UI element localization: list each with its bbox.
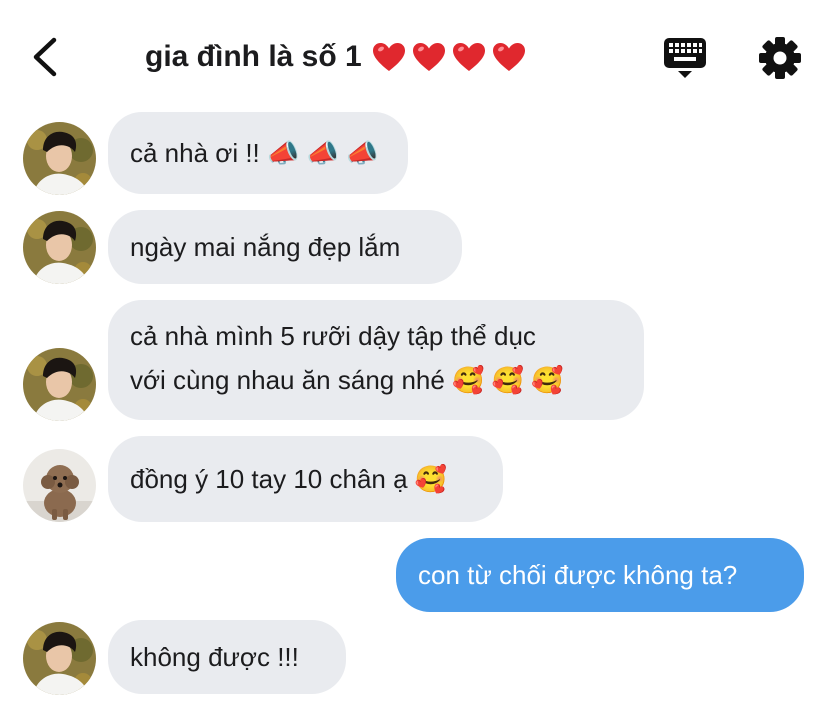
chat-title-group: gia đình là số 1: [145, 40, 526, 74]
message-text: cả nhà ơi !! 📣 📣 📣: [130, 138, 379, 168]
heart-icon: [452, 43, 485, 71]
gear-icon: [759, 37, 801, 79]
title-hearts: [372, 42, 526, 72]
heart-icon: [412, 43, 445, 71]
dog-avatar-image: [23, 449, 96, 522]
heart-icon: [372, 43, 405, 71]
chevron-left-icon: [33, 37, 57, 77]
boy-avatar-image: [23, 122, 96, 195]
message-text: ngày mai nắng đẹp lắm: [130, 232, 401, 262]
avatar-dog[interactable]: [23, 449, 96, 522]
avatar-boy[interactable]: [23, 348, 96, 421]
message-text: đồng ý 10 tay 10 chân ạ 🥰: [130, 464, 448, 494]
message-bubble[interactable]: cả nhà ơi !! 📣 📣 📣: [108, 112, 408, 194]
heart-icon: [492, 43, 525, 71]
boy-avatar-image: [23, 348, 96, 421]
chat-title: gia đình là số 1: [145, 40, 362, 73]
back-button[interactable]: [26, 34, 66, 80]
avatar-boy[interactable]: [23, 122, 96, 195]
message-bubble[interactable]: cả nhà mình 5 rưỡi dậy tập thể dục với c…: [108, 300, 644, 420]
keyboard-button[interactable]: [662, 36, 708, 80]
avatar-boy[interactable]: [23, 622, 96, 695]
message-text: cả nhà mình 5 rưỡi dậy tập thể dục: [130, 321, 536, 351]
boy-avatar-image: [23, 622, 96, 695]
avatar-boy[interactable]: [23, 211, 96, 284]
keyboard-icon: [664, 38, 706, 78]
boy-avatar-image: [23, 211, 96, 284]
message-text: con từ chối được không ta?: [418, 560, 738, 590]
message-text: không được !!!: [130, 642, 299, 672]
message-bubble[interactable]: không được !!!: [108, 620, 346, 694]
message-bubble[interactable]: đồng ý 10 tay 10 chân ạ 🥰: [108, 436, 503, 522]
chat-header: gia đình là số 1: [0, 0, 828, 110]
outgoing-message-bubble[interactable]: con từ chối được không ta?: [396, 538, 804, 612]
message-text: với cùng nhau ăn sáng nhé 🥰 🥰 🥰: [130, 365, 564, 395]
message-bubble[interactable]: ngày mai nắng đẹp lắm: [108, 210, 462, 284]
settings-button[interactable]: [758, 36, 802, 80]
